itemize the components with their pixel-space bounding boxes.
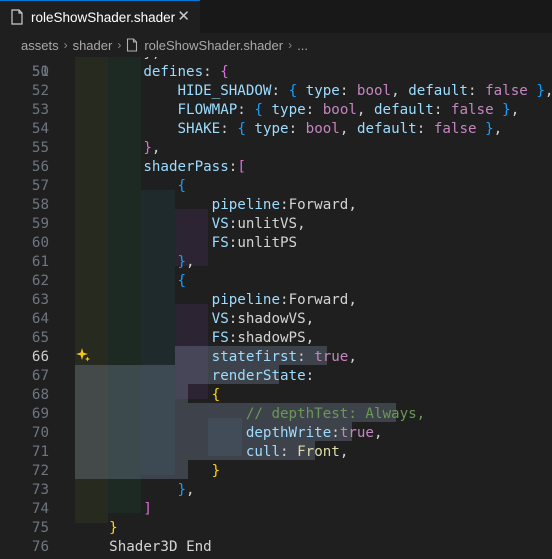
code-line: 54 SHAKE: { type: bool, default: false }… bbox=[0, 120, 552, 139]
code-line: 65 FS:shadowPS, bbox=[0, 329, 552, 348]
code-line: 62 { bbox=[0, 272, 552, 291]
code-text: } bbox=[109, 520, 118, 536]
breadcrumb-symbol[interactable]: ... bbox=[297, 38, 308, 53]
breadcrumb-file[interactable]: roleShowShader.shader bbox=[144, 38, 283, 53]
line-number: 58 bbox=[31, 197, 49, 213]
breadcrumb-shader[interactable]: shader bbox=[73, 38, 113, 53]
chevron-right-icon: › bbox=[117, 38, 122, 52]
copilot-sparkle-icon[interactable] bbox=[75, 347, 91, 363]
code-text: // depthTest: Always, bbox=[245, 406, 426, 422]
code-line: 59 VS:unlitVS, bbox=[0, 215, 552, 234]
code-text: SHAKE: { type: bool, default: false }, bbox=[177, 121, 503, 137]
code-text: shaderPass:[ bbox=[143, 159, 246, 175]
code-text: FLOWMAP: { type: bool, default: false }, bbox=[177, 102, 520, 118]
code-text: ] bbox=[143, 501, 152, 517]
code-editor[interactable]: 50 }, 51 defines: {52 HIDE_SHADOW: { typ… bbox=[0, 57, 552, 559]
code-line: 56 shaderPass:[ bbox=[0, 158, 552, 177]
code-line: 74 ] bbox=[0, 500, 552, 519]
line-number: 64 bbox=[31, 311, 49, 327]
line-number: 53 bbox=[31, 102, 49, 118]
code-line: 68 { bbox=[0, 386, 552, 405]
code-line: 58 pipeline:Forward, bbox=[0, 196, 552, 215]
code-line: 60 FS:unlitPS bbox=[0, 234, 552, 253]
code-text: VS:shadowVS, bbox=[211, 311, 315, 327]
line-number: 54 bbox=[31, 121, 49, 137]
code-line: 63 pipeline:Forward, bbox=[0, 291, 552, 310]
close-icon[interactable]: ✕ bbox=[177, 7, 190, 25]
line-number: 66 bbox=[31, 349, 49, 365]
code-text: defines: { bbox=[143, 64, 229, 80]
code-text: HIDE_SHADOW: { type: bool, default: fals… bbox=[177, 83, 552, 99]
line-number: 67 bbox=[31, 368, 49, 384]
line-number: 75 bbox=[31, 520, 49, 536]
code-text: { bbox=[211, 387, 221, 403]
code-text: cull: Front, bbox=[245, 444, 349, 460]
code-text: { bbox=[177, 273, 187, 289]
line-number: 52 bbox=[31, 83, 49, 99]
code-line: 57 { bbox=[0, 177, 552, 196]
code-line: 64 VS:shadowVS, bbox=[0, 310, 552, 329]
code-text: VS:unlitVS, bbox=[211, 216, 306, 232]
line-number: 74 bbox=[31, 501, 49, 517]
line-number: 68 bbox=[31, 387, 49, 403]
line-number: 72 bbox=[31, 463, 49, 479]
code-text: FS:shadowPS, bbox=[211, 330, 315, 346]
line-number: 69 bbox=[31, 406, 49, 422]
line-number: 59 bbox=[31, 216, 49, 232]
file-icon bbox=[11, 9, 23, 25]
code-line: 51 defines: { bbox=[0, 63, 552, 82]
code-line: 69 // depthTest: Always, bbox=[0, 405, 552, 424]
code-text: statefirst: true, bbox=[211, 349, 357, 365]
code-line: 53 FLOWMAP: { type: bool, default: false… bbox=[0, 101, 552, 120]
line-number: 60 bbox=[31, 235, 49, 251]
code-text: }, bbox=[143, 140, 161, 156]
code-line: 52 HIDE_SHADOW: { type: bool, default: f… bbox=[0, 82, 552, 101]
code-text: pipeline:Forward, bbox=[211, 292, 357, 308]
code-text: }, bbox=[177, 254, 195, 270]
code-text: } bbox=[211, 463, 221, 479]
code-line: 70 depthWrite:true, bbox=[0, 424, 552, 443]
line-number: 57 bbox=[31, 178, 49, 194]
code-text: Shader3D End bbox=[109, 539, 212, 555]
tab-bar: roleShowShader.shader ✕ bbox=[0, 0, 552, 33]
code-text: renderState: bbox=[211, 368, 315, 384]
code-line: 61 }, bbox=[0, 253, 552, 272]
line-number: 63 bbox=[31, 292, 49, 308]
breadcrumb: assets › shader › roleShowShader.shader … bbox=[0, 33, 552, 57]
tab-label: roleShowShader.shader bbox=[31, 9, 176, 25]
code-line: 72 } bbox=[0, 462, 552, 481]
line-number: 56 bbox=[31, 159, 49, 175]
code-text: }, bbox=[177, 482, 195, 498]
line-number: 65 bbox=[31, 330, 49, 346]
code-line: 55 }, bbox=[0, 139, 552, 158]
line-number: 55 bbox=[31, 140, 49, 156]
code-text: depthWrite:true, bbox=[245, 425, 383, 441]
chevron-right-icon: › bbox=[63, 38, 68, 52]
line-number: 62 bbox=[31, 273, 49, 289]
code-line: 76 Shader3D End bbox=[0, 538, 552, 557]
file-icon bbox=[127, 38, 138, 52]
line-number: 61 bbox=[31, 254, 49, 270]
code-line: 67 renderState: bbox=[0, 367, 552, 386]
line-number: 70 bbox=[31, 425, 49, 441]
code-line: 71 cull: Front, bbox=[0, 443, 552, 462]
code-text: pipeline:Forward, bbox=[211, 197, 357, 213]
code-text: { bbox=[177, 178, 187, 194]
line-number: 73 bbox=[31, 482, 49, 498]
line-number: 76 bbox=[31, 539, 49, 555]
breadcrumb-assets[interactable]: assets bbox=[21, 38, 59, 53]
line-number: 71 bbox=[31, 444, 49, 460]
code-text: FS:unlitPS bbox=[211, 235, 298, 251]
code-line: 73 }, bbox=[0, 481, 552, 500]
code-line: 75 } bbox=[0, 519, 552, 538]
chevron-right-icon: › bbox=[288, 38, 293, 52]
tab-roleshowshader[interactable]: roleShowShader.shader ✕ bbox=[0, 0, 200, 33]
line-number: 51 bbox=[31, 64, 49, 80]
